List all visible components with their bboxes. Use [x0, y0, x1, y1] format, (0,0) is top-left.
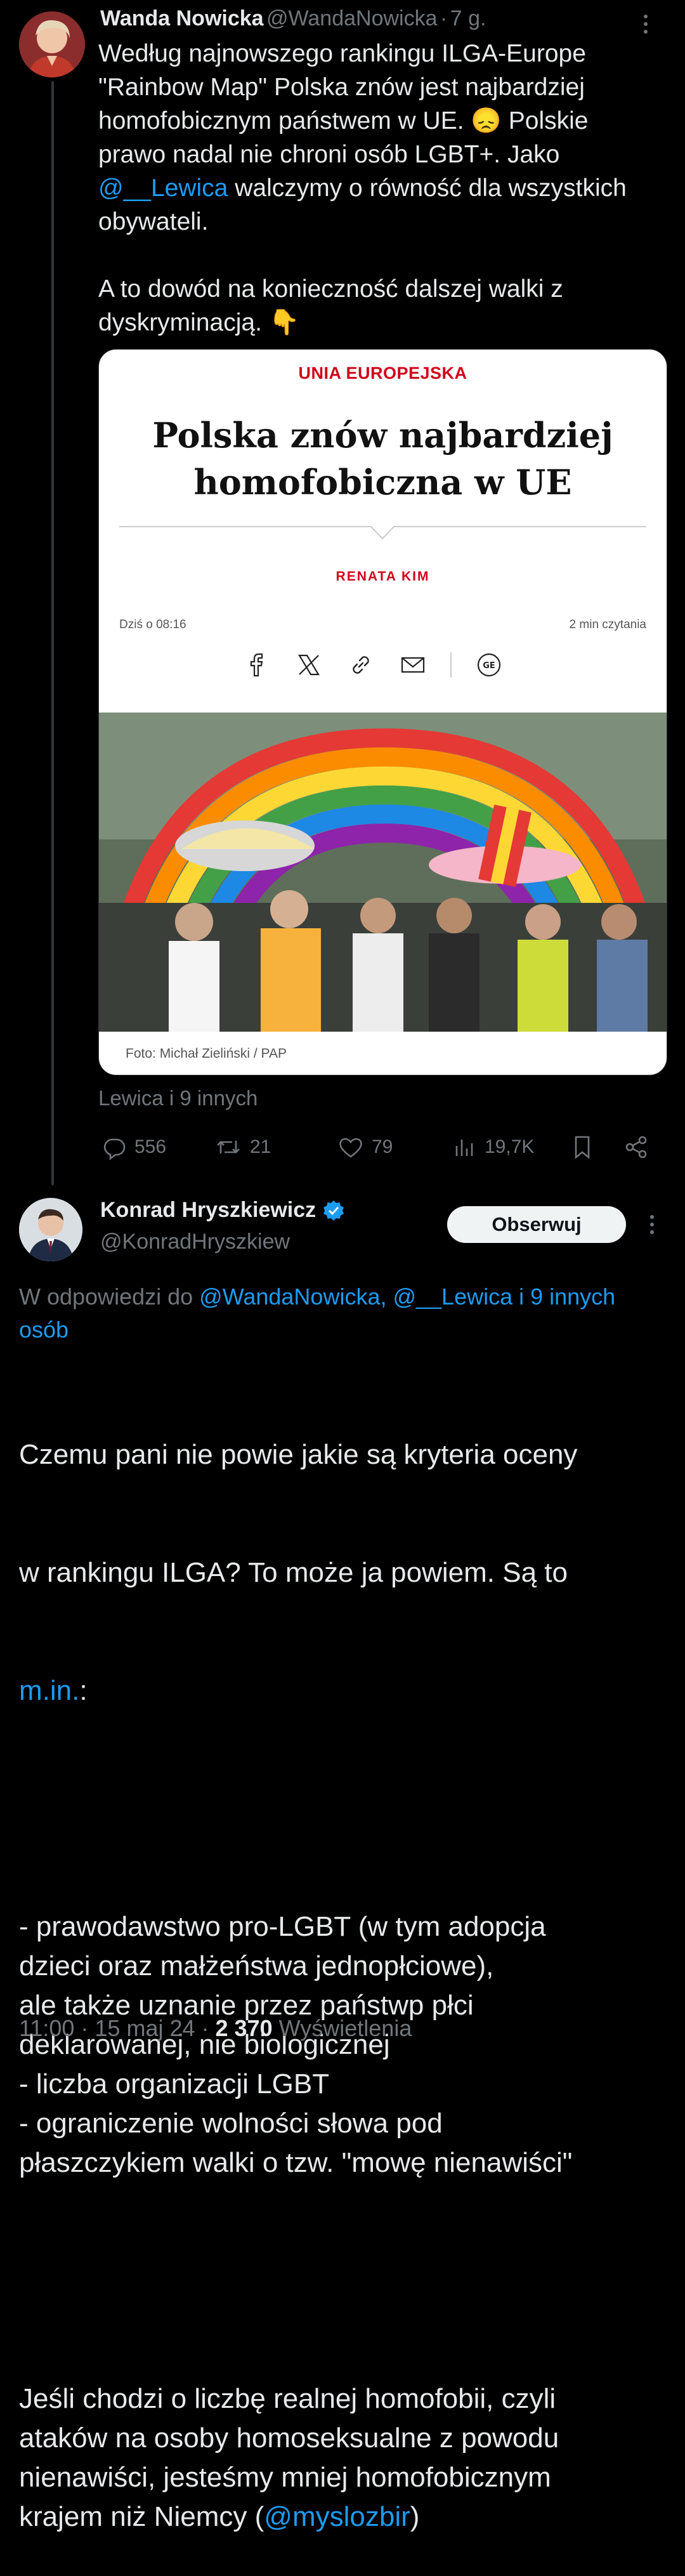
photo-caption: Foto: Michał Zieliński / PAP — [126, 1046, 287, 1061]
closing-paragraph: Jeśli chodzi o liczbę realnej homofobii,… — [19, 2379, 679, 2537]
facebook-icon[interactable] — [242, 650, 271, 680]
tweet-line: A to dowód na konieczność dalszej walki … — [98, 275, 563, 303]
tweet1-text: Według najnowszego rankingu ILGA-Europe … — [98, 37, 669, 339]
article-read-time: 2 min czytania — [569, 618, 646, 631]
thread-connector-line — [51, 81, 54, 1185]
x-icon[interactable] — [294, 650, 323, 680]
tweet2-text: Czemu pani nie powie jakie są kryteria o… — [19, 1357, 679, 2576]
repost-icon — [217, 1141, 240, 1153]
like-button[interactable]: 79 — [337, 1134, 393, 1160]
svg-text:GE: GE — [483, 661, 495, 671]
article-title-line: homofobiczna w UE — [193, 462, 572, 503]
share-icon — [625, 1136, 647, 1159]
avatar-konrad-image — [19, 1198, 82, 1261]
share-icons-row: GE — [242, 650, 504, 680]
reply-prefix: W odpowiedzi do — [19, 1284, 200, 1310]
gift-article-icon[interactable]: GE — [474, 650, 504, 680]
time-ago[interactable]: 7 g. — [450, 6, 486, 30]
views-count: 19,7K — [485, 1136, 535, 1157]
tweet-line: Według najnowszego rankingu ILGA-Europe — [98, 40, 586, 67]
follow-button[interactable]: Obserwuj — [447, 1206, 626, 1243]
mention-myslozbir[interactable]: @myslozbir — [264, 2501, 410, 2532]
tweet-line: "Rainbow Map" Polska znów jest najbardzi… — [98, 74, 585, 101]
author-handle[interactable]: @KonradHryszkiew — [100, 1230, 290, 1254]
reply-count: 556 — [134, 1136, 167, 1157]
avatar[interactable] — [19, 1198, 82, 1261]
reply-button[interactable]: 556 — [101, 1134, 166, 1160]
article-photo — [99, 713, 667, 1032]
timestamp[interactable]: 11:00 · 15 maj 24 · — [19, 2015, 216, 2041]
separator-dot: · — [440, 6, 448, 30]
link-min[interactable]: m.in. — [19, 1675, 79, 1706]
like-count: 79 — [372, 1136, 393, 1157]
article-title-line: Polska znów najbardziej — [152, 415, 613, 456]
mention-lewica[interactable]: @__Lewica — [98, 174, 228, 202]
email-icon[interactable] — [398, 650, 427, 680]
tweet-line-rest: : — [79, 1675, 88, 1706]
link-icon[interactable] — [346, 650, 375, 680]
share-divider — [450, 652, 452, 678]
views-button[interactable]: 19,7K — [452, 1134, 534, 1160]
tweet2-author-row: Konrad Hryszkiewicz — [100, 1198, 345, 1223]
share-button[interactable] — [623, 1134, 649, 1160]
author-handle[interactable]: @WandaNowicka — [266, 6, 437, 30]
reply-context: W odpowiedzi do @WandaNowicka, @__Lewica… — [19, 1280, 679, 1346]
author-name[interactable]: Konrad Hryszkiewicz — [100, 1198, 316, 1223]
avatar-wanda-image — [19, 11, 85, 77]
reply-icon — [103, 1138, 126, 1160]
tweet-line: dyskryminacją. 👇 — [98, 309, 300, 336]
article-section: UNIA EUROPEJSKA — [298, 364, 467, 383]
reply-targets[interactable]: @WandaNowicka, @__Lewica i 9 innych — [199, 1284, 615, 1310]
views-label: Wyświetlenia — [272, 2015, 412, 2041]
tweet1-header: Wanda Nowicka @WandaNowicka · 7 g. — [100, 6, 486, 31]
views-chart-icon — [455, 1140, 473, 1156]
more-options-icon[interactable] — [648, 1213, 656, 1239]
article-title: Polska znów najbardziej homofobiczna w U… — [99, 412, 667, 506]
closing-paren: ) — [410, 2501, 420, 2532]
repost-count: 21 — [250, 1136, 271, 1157]
views-count: 2 370 — [215, 2015, 273, 2041]
tweet2-meta: 11:00 · 15 maj 24 · 2 370 Wyświetlenia — [19, 2015, 412, 2042]
bookmark-button[interactable] — [571, 1134, 594, 1160]
avatar[interactable] — [19, 11, 85, 77]
more-options-icon[interactable] — [642, 13, 649, 39]
tweet-line-rest: walczymy o równość dla wszystkich — [228, 174, 627, 202]
heart-icon — [339, 1138, 362, 1158]
tweet-line: @__Lewica walczymy o równość dla wszystk… — [98, 171, 669, 205]
tagged-users[interactable]: Lewica i 9 innych — [98, 1086, 258, 1110]
divider — [119, 525, 646, 544]
verified-badge-icon — [323, 1200, 344, 1221]
criteria-list: - prawodawstwo pro-LGBT (w tym adopcja d… — [19, 1911, 573, 2178]
repost-button[interactable]: 21 — [214, 1134, 271, 1160]
tweet-line: homofobicznym państwem w UE. 😞 Polskie — [98, 107, 589, 135]
tweet-line: w rankingu ILGA? To może ja powiem. Są t… — [19, 1557, 568, 1588]
article-author: RENATA KIM — [336, 569, 430, 584]
reply-targets-continued[interactable]: osób — [19, 1317, 68, 1343]
tweet-line: prawo nadal nie chroni osób LGBT+. Jako — [98, 141, 560, 168]
tweet-line: obywateli. — [98, 208, 209, 235]
author-name[interactable]: Wanda Nowicka — [100, 6, 264, 30]
tweet-line: Czemu pani nie powie jakie są kryteria o… — [19, 1439, 578, 1470]
article-date: Dziś o 08:16 — [119, 618, 186, 631]
bookmark-icon — [575, 1136, 590, 1159]
tweet-line: m.in.: — [19, 1671, 679, 1711]
article-link-card[interactable]: UNIA EUROPEJSKA Polska znów najbardziej … — [98, 349, 667, 1075]
